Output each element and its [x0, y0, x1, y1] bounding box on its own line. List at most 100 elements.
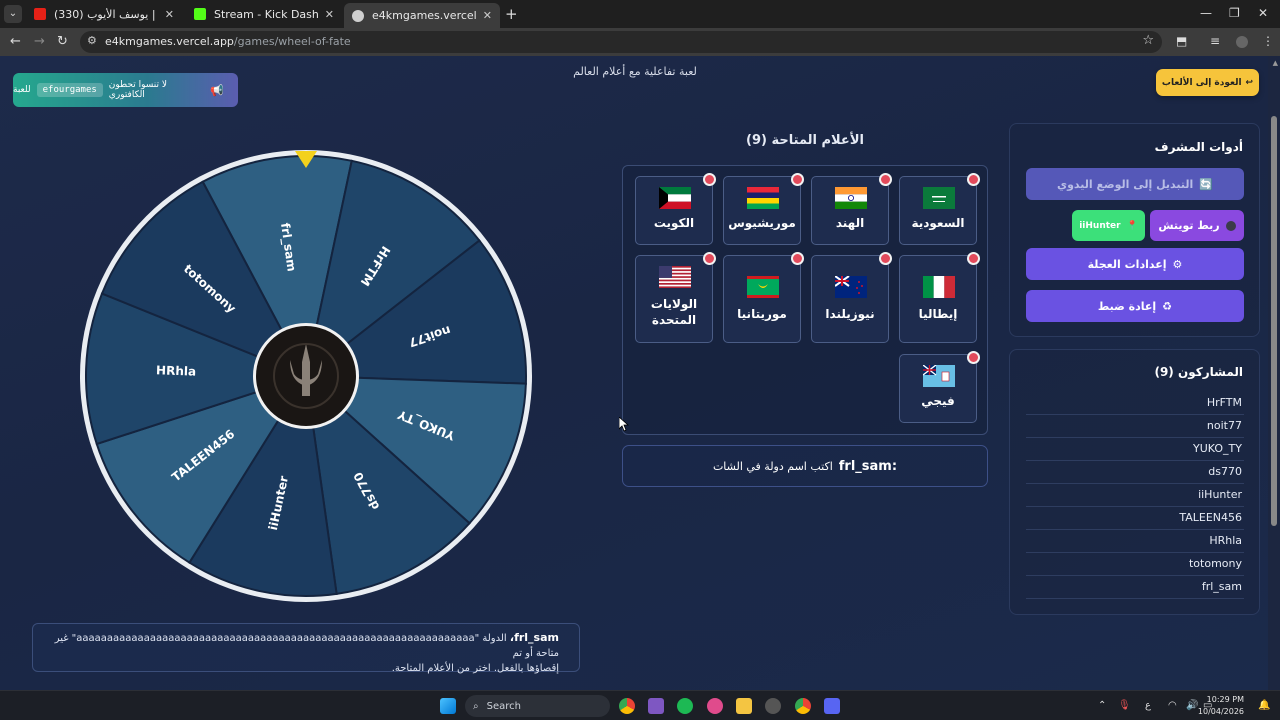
flag-name: إيطاليا: [918, 307, 958, 321]
remove-dot[interactable]: [879, 173, 892, 186]
flag-card-kuwait[interactable]: الكويت: [635, 173, 716, 245]
tab-kick[interactable]: Stream - Kick Dashboard ✕: [186, 3, 342, 25]
close-icon[interactable]: ✕: [165, 8, 174, 21]
current-player-prompt: اكتب اسم دولة في الشات frl_sam:: [622, 445, 988, 487]
remove-dot[interactable]: [879, 252, 892, 265]
flag-card-mauritius[interactable]: موريشيوس: [723, 173, 804, 245]
clock-time: 10:29 PM: [1206, 695, 1244, 704]
flag-name: موريتانيا: [737, 307, 787, 321]
wheel-segment-label: HRhla: [156, 363, 197, 378]
reading-list-icon[interactable]: ≡: [1210, 34, 1220, 48]
back-icon[interactable]: ←: [10, 34, 21, 49]
flag-card-fiji[interactable]: فيجي: [899, 351, 980, 423]
reset-label: إعادة ضبط: [1097, 299, 1157, 313]
flag-card-italy[interactable]: إيطاليا: [899, 252, 980, 343]
scroll-up-icon[interactable]: ▲: [1273, 59, 1278, 67]
notification-bell-icon[interactable]: 🔔: [1258, 700, 1270, 711]
twitch-label: ربط تويتش: [1158, 219, 1220, 232]
admin-tools-title: أدوات المشرف: [1154, 140, 1243, 154]
scrollbar[interactable]: ▲: [1268, 56, 1280, 690]
site-info-icon[interactable]: ⚙: [87, 34, 97, 47]
chrome-active-icon[interactable]: [795, 698, 811, 714]
scroll-thumb[interactable]: [1271, 116, 1277, 526]
prompt-text: اكتب اسم دولة في الشات: [712, 459, 833, 473]
promo-banner: للعبة efourgames لا تنسوا تحطون الكافتور…: [13, 73, 238, 107]
mouse-cursor-icon: [619, 417, 629, 432]
wheel-of-fate[interactable]: frl_sam HrFTMnoit77YUKO_TYds770iiHunterTA…: [78, 148, 534, 604]
chrome-icon[interactable]: [619, 698, 635, 714]
discord-icon[interactable]: [824, 698, 840, 714]
participant-row: YUKO_TY: [1026, 439, 1244, 461]
reload-icon[interactable]: ↻: [57, 34, 68, 49]
remove-dot[interactable]: [703, 252, 716, 265]
wifi-icon[interactable]: ◠: [1168, 700, 1177, 711]
new-tab-button[interactable]: +: [505, 5, 518, 23]
flag-name: موريشيوس: [728, 216, 796, 230]
tab-title: e4kmgames.vercel.app/games/: [372, 9, 477, 22]
spotify-icon[interactable]: [677, 698, 693, 714]
close-icon[interactable]: ✕: [483, 9, 492, 22]
remove-dot[interactable]: [967, 173, 980, 186]
flag-name: الهند: [835, 216, 865, 230]
india-flag-icon: [835, 187, 867, 209]
taskbar-search[interactable]: ⌕ Search: [465, 695, 610, 717]
participant-row: iiHunter: [1026, 485, 1244, 507]
participant-row: noit77: [1026, 416, 1244, 438]
visual-studio-icon[interactable]: [648, 698, 664, 714]
language-indicator[interactable]: ع: [1145, 700, 1151, 711]
remove-dot[interactable]: [703, 173, 716, 186]
url-text: e4kmgames.vercel.app/games/wheel-of-fate: [105, 35, 351, 48]
close-icon[interactable]: ✕: [325, 8, 334, 21]
tray-chevron-icon[interactable]: ⌃: [1098, 700, 1106, 711]
mauritania-flag-icon: [747, 276, 779, 298]
settings-app-icon[interactable]: [765, 698, 781, 714]
flag-card-saudi[interactable]: السعودية: [899, 173, 980, 245]
kuwait-flag-icon: [659, 187, 691, 209]
flag-card-mauritania[interactable]: موريتانيا: [723, 252, 804, 343]
tab-e4kmgames[interactable]: e4kmgames.vercel.app/games/ ✕: [344, 3, 500, 28]
profile-avatar[interactable]: [1236, 36, 1248, 48]
clock-date: 10/04/2026: [1197, 707, 1244, 716]
menu-icon[interactable]: ⋮: [1262, 34, 1274, 48]
close-window-icon[interactable]: ✕: [1258, 6, 1268, 20]
connect-twitch-button[interactable]: ربط تويتش: [1150, 210, 1244, 241]
forward-icon[interactable]: →: [34, 34, 45, 49]
remove-dot[interactable]: [967, 252, 980, 265]
tab-title: (330) طال ليلي | يوسف الأيوب -: [54, 7, 159, 21]
restore-icon[interactable]: ❐: [1229, 6, 1240, 20]
hunter-status-button[interactable]: iiHunter 📍: [1072, 210, 1145, 241]
flag-name: الكويت: [653, 216, 695, 230]
return-arrow-icon: ↩: [1245, 77, 1254, 88]
minimize-icon[interactable]: —: [1200, 6, 1212, 20]
flag-card-newzealand[interactable]: نيوزيلندا: [811, 252, 892, 343]
file-explorer-icon[interactable]: [736, 698, 752, 714]
flag-card-india[interactable]: الهند: [811, 173, 892, 245]
italy-flag-icon: [923, 276, 955, 298]
saudi-flag-icon: [923, 187, 955, 209]
flag-name: السعودية: [911, 216, 965, 230]
prompt-user: frl_sam:: [838, 458, 898, 474]
address-bar[interactable]: ⚙ e4kmgames.vercel.app/games/wheel-of-fa…: [80, 31, 1162, 53]
participant-row: totomony: [1026, 554, 1244, 576]
microphone-icon[interactable]: 🎙: [1118, 700, 1131, 711]
tab-title: Stream - Kick Dashboard: [214, 7, 319, 21]
search-label: Search: [486, 700, 521, 712]
back-to-games-button[interactable]: العودة إلى الألعاب ↩: [1156, 69, 1259, 96]
extensions-icon[interactable]: ⬒: [1176, 34, 1187, 48]
manual-mode-label: التبديل إلى الوضع اليدوي: [1056, 177, 1194, 191]
remove-dot[interactable]: [791, 252, 804, 265]
tab-search-icon[interactable]: ⌄: [4, 5, 22, 23]
tab-youtube[interactable]: (330) طال ليلي | يوسف الأيوب - ✕: [26, 3, 182, 25]
remove-dot[interactable]: [791, 173, 804, 186]
flag-card-usa[interactable]: الولايات المتحدة: [635, 252, 716, 343]
wheel-settings-button[interactable]: إعدادات العجلة ⚙: [1026, 248, 1244, 280]
volume-icon[interactable]: 🔊: [1186, 700, 1198, 711]
windows-start-icon[interactable]: [440, 698, 456, 714]
remove-dot[interactable]: [967, 351, 980, 364]
participant-row: TALEEN456: [1026, 508, 1244, 530]
system-clock[interactable]: 10:29 PM 10/04/2026: [1198, 694, 1244, 718]
bookmark-star-icon[interactable]: ☆: [1142, 33, 1154, 48]
manual-mode-button[interactable]: التبديل إلى الوضع اليدوي 🔄: [1026, 168, 1244, 200]
reset-button[interactable]: إعادة ضبط ♻: [1026, 290, 1244, 322]
app-icon[interactable]: [707, 698, 723, 714]
